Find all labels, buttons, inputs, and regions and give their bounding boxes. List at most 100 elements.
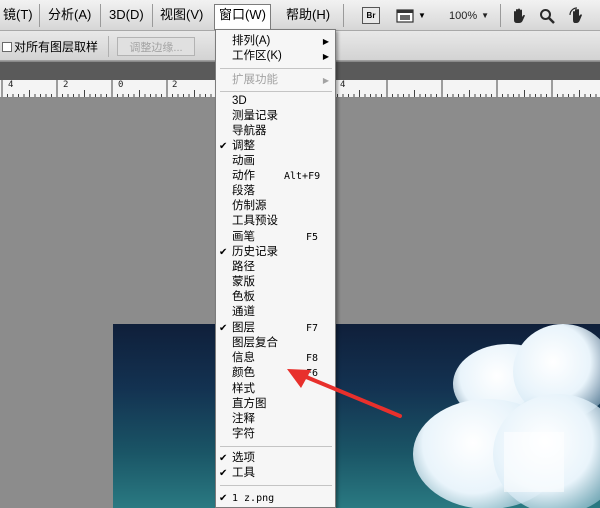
menu-divider [39,4,40,27]
menu-item-brushes[interactable]: 画笔 F5 [216,230,335,245]
menu-item-swatches[interactable]: 色板 [216,290,335,305]
window-menu-dropdown: 排列(A) ▶ 工作区(K) ▶ 扩展功能 ▶ 3D 测量记录 导航器 ✔ 调整 动画 … [215,29,336,508]
menu-item-history[interactable]: ✔ 历史记录 [216,245,335,260]
menu-divider [152,4,153,27]
shortcut-label: Alt+F9 [284,171,321,182]
menu-item-label: 1 z.png [232,493,275,504]
menu-item-navigator[interactable]: 导航器 [216,124,335,139]
menu-item-label: 选项 [232,452,255,464]
chevron-down-icon: ▼ [418,11,426,20]
ruler-label: 0 [118,80,124,90]
sample-all-layers-label: 对所有图层取样 [14,40,99,54]
hand-tool-icon[interactable] [508,6,530,25]
menu-bar: 镜(T) 分析(A) 3D(D) 视图(V) 窗口(W) 帮助(H) Br ▼ … [0,0,600,31]
options-divider [108,36,109,57]
menu-item-label: 信息 [232,352,255,364]
menu-item-3d[interactable]: 3D [216,94,335,109]
menu-item-tool-presets[interactable]: 工具预设 [216,214,335,229]
menu-divider [343,4,344,27]
menu-separator [220,485,332,486]
menu-item-label: 注释 [232,413,255,425]
zoom-value: 100% [448,9,478,22]
menu-item-label: 动画 [232,155,255,167]
menu-item-masks[interactable]: 蒙版 [216,275,335,290]
menu-view[interactable]: 视图(V) [157,6,206,24]
menu-divider [100,4,101,27]
menu-item-label: 样式 [232,383,255,395]
checkmark-icon: ✔ [219,468,228,479]
menu-item-label: 3D [232,95,247,107]
menu-analysis[interactable]: 分析(A) [45,6,94,24]
submenu-arrow-icon: ▶ [322,52,329,61]
menu-item-label: 色板 [232,291,255,303]
menu-item-label: 图层 [232,322,255,334]
checkmark-icon: ✔ [219,323,228,334]
menu-item-open-document[interactable]: ✔ 1 z.png [216,491,335,506]
menu-divider [500,4,501,27]
shortcut-label: F5 [306,232,319,243]
menu-item-animation[interactable]: 动画 [216,154,335,169]
menu-item-label: 工作区(K) [232,50,282,62]
menu-item-label: 蒙版 [232,276,255,288]
menu-item-layer-comps[interactable]: 图层复合 [216,336,335,351]
menu-item-actions[interactable]: 动作 Alt+F9 [216,169,335,184]
menu-item-workspace[interactable]: 工作区(K) ▶ [216,49,335,64]
menu-item-tools[interactable]: ✔ 工具 [216,466,335,481]
bridge-icon[interactable]: Br [362,7,380,24]
menu-item-label: 路径 [232,261,255,273]
screen-mode-icon[interactable]: ▼ [393,6,429,25]
menu-item-label: 导航器 [232,125,267,137]
rotate-view-icon[interactable] [565,6,589,25]
menu-item-info[interactable]: 信息 F8 [216,351,335,366]
submenu-arrow-icon: ▶ [322,76,329,85]
menu-item-label: 动作 [232,170,255,182]
checkmark-icon: ✔ [219,247,228,258]
menu-help[interactable]: 帮助(H) [283,6,333,24]
ruler-label: 2 [63,80,69,90]
menu-item-character[interactable]: 字符 [216,427,335,442]
menu-separator [220,68,332,69]
menu-item-arrange[interactable]: 排列(A) ▶ [216,34,335,49]
menu-window[interactable]: 窗口(W) [214,4,271,30]
menu-item-label: 工具 [232,467,255,479]
refine-edge-button[interactable]: 调整边缘... [117,37,195,56]
menu-item-channels[interactable]: 通道 [216,305,335,320]
rotate-glyph [569,6,582,23]
hand-glyph [514,8,525,23]
magnifier-glyph [540,8,555,24]
ruler-label: 4 [340,80,346,90]
shortcut-label: F8 [306,353,319,364]
chevron-down-icon: ▼ [481,11,490,20]
menu-item-adjustments[interactable]: ✔ 调整 [216,139,335,154]
menu-item-label: 扩展功能 [232,74,278,86]
menu-item-label: 排列(A) [232,35,271,47]
menu-3d[interactable]: 3D(D) [106,6,147,24]
menu-item-clone-source[interactable]: 仿制源 [216,199,335,214]
menu-item-label: 通道 [232,306,255,318]
menu-item-label: 颜色 [232,367,255,379]
menu-item-label: 调整 [232,140,255,152]
checkmark-icon: ✔ [219,453,228,464]
menu-separator [220,91,332,92]
menu-item-label: 字符 [232,428,255,440]
menu-filter[interactable]: 镜(T) [0,6,36,24]
menu-item-measurement-log[interactable]: 测量记录 [216,109,335,124]
menu-item-paths[interactable]: 路径 [216,260,335,275]
submenu-arrow-icon: ▶ [322,37,329,46]
arrow-shaft [297,372,402,418]
menu-item-extensions: 扩展功能 ▶ [216,73,335,88]
menu-item-label: 历史记录 [232,246,278,258]
menu-item-label: 仿制源 [232,200,267,212]
menu-item-label: 段落 [232,185,255,197]
shortcut-label: F7 [306,323,319,334]
menu-item-options[interactable]: ✔ 选项 [216,451,335,466]
screen-mode-glyph [396,8,414,23]
sample-all-layers-checkbox[interactable] [2,42,12,52]
zoom-tool-icon[interactable] [536,6,558,25]
zoom-level-select[interactable]: 100% ▼ [440,6,498,25]
checkmark-icon: ✔ [219,141,228,152]
refine-edge-label: 调整边缘... [129,41,183,54]
annotation-arrow-icon [287,369,402,418]
menu-item-layers[interactable]: ✔ 图层 F7 [216,321,335,336]
menu-item-paragraph[interactable]: 段落 [216,184,335,199]
